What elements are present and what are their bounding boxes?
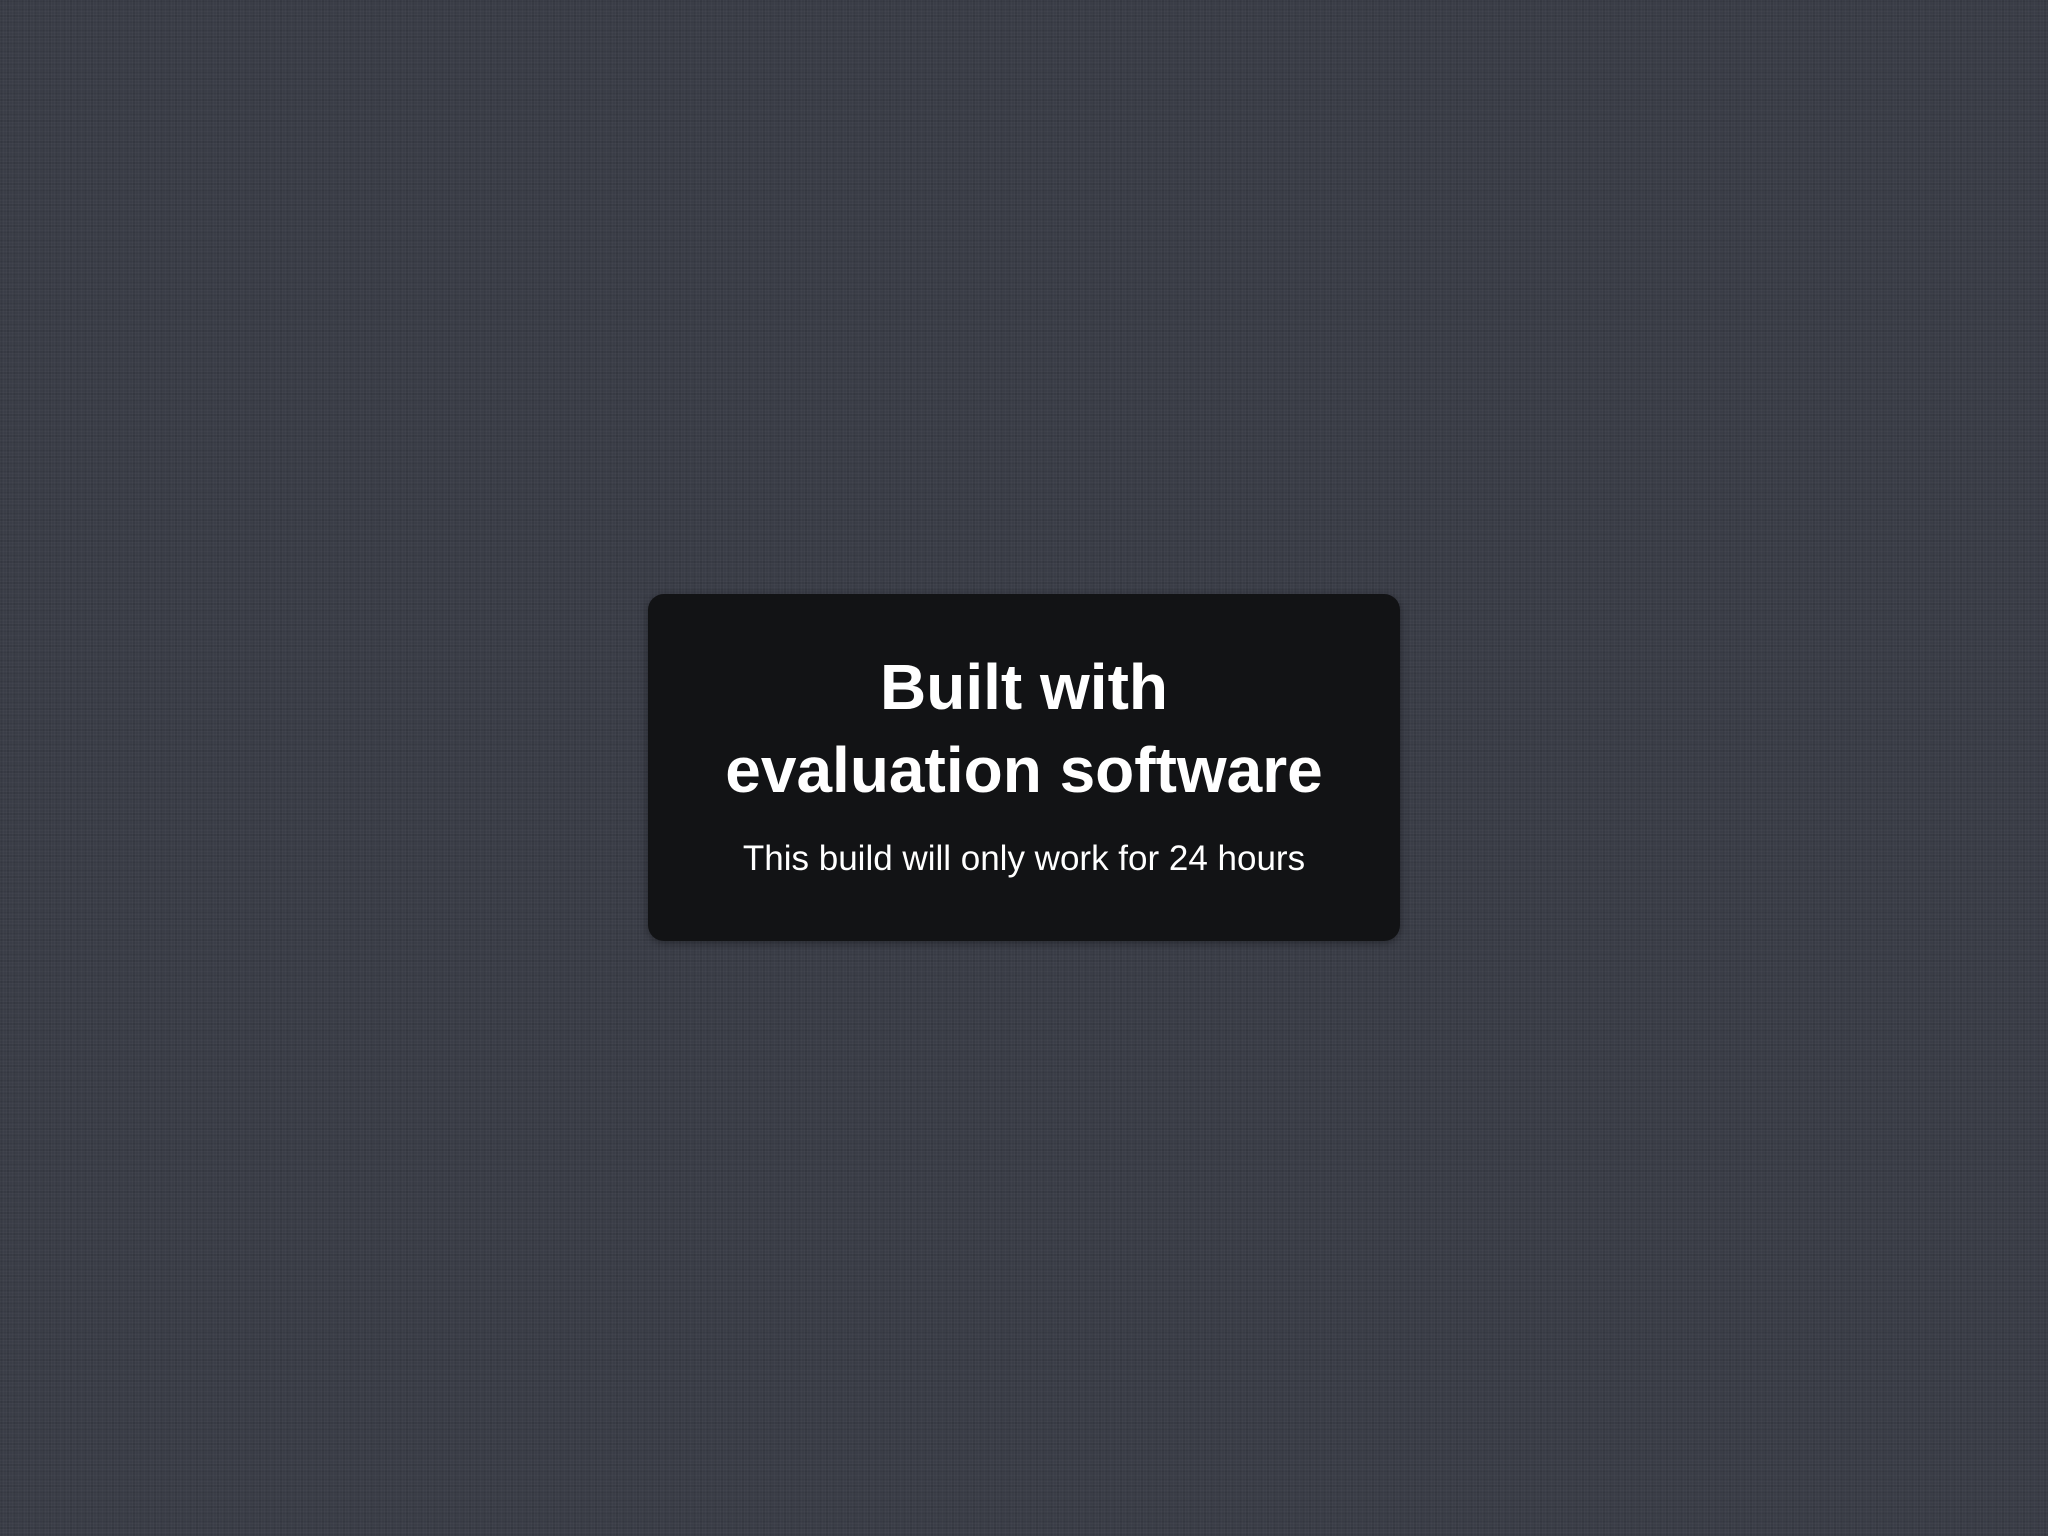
- notice-title-line-2: evaluation software: [725, 734, 1323, 806]
- notice-subtitle: This build will only work for 24 hours: [742, 839, 1306, 878]
- evaluation-notice-card: Built with evaluation software This buil…: [648, 594, 1400, 941]
- notice-title: Built with evaluation software: [648, 646, 1400, 812]
- notice-title-line-1: Built with: [880, 651, 1168, 723]
